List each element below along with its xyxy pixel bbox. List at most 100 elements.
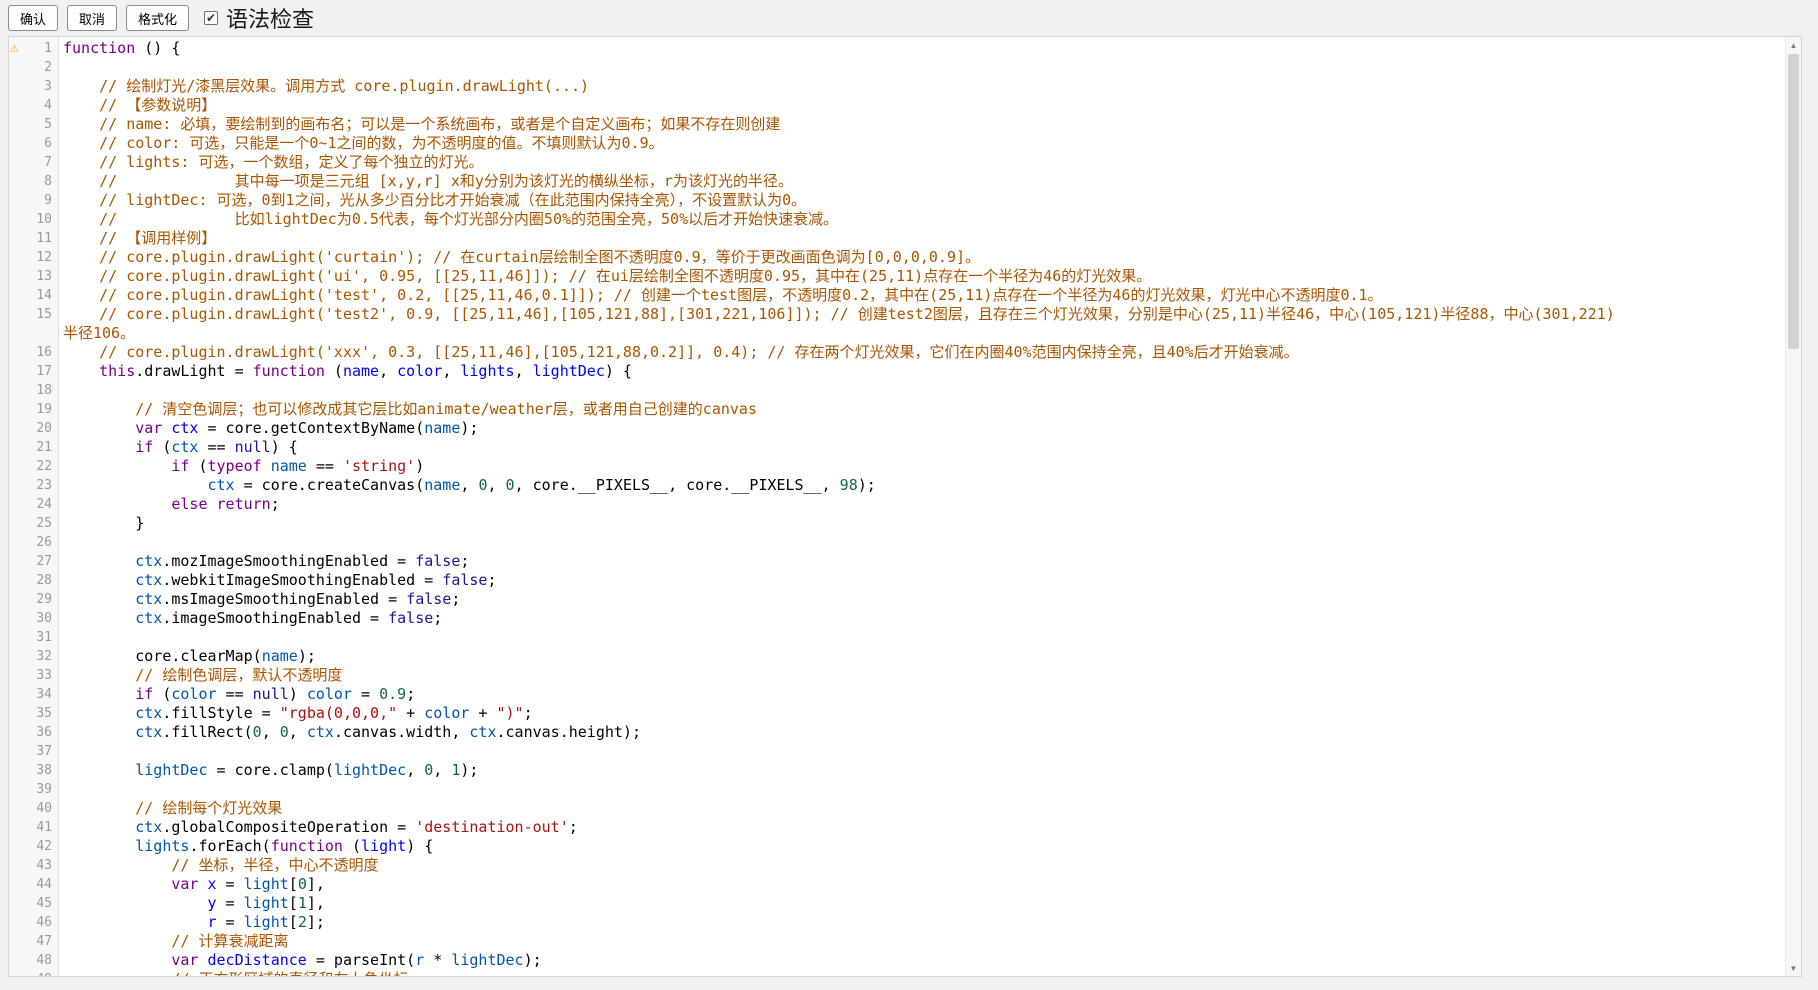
gutter-line: 2 [9,58,58,77]
code-line[interactable]: // lightDec: 可选，0到1之间，光从多少百分比才开始衰减（在此范围内… [63,191,1797,210]
gutter-line: 43 [9,856,58,875]
gutter-line: 47 [9,932,58,951]
gutter-line: 8 [9,172,58,191]
gutter-line: 30 [9,609,58,628]
code-line[interactable]: ctx.fillStyle = "rgba(0,0,0," + color + … [63,704,1797,723]
gutter-line: 41 [9,818,58,837]
confirm-button[interactable]: 确认 [8,5,58,31]
code-line[interactable]: ctx.msImageSmoothingEnabled = false; [63,590,1797,609]
code-line[interactable]: if (color == null) color = 0.9; [63,685,1797,704]
code-line[interactable]: // lights: 可选，一个数组，定义了每个独立的灯光。 [63,153,1797,172]
code-line[interactable]: // core.plugin.drawLight('test2', 0.9, [… [63,305,1797,324]
code-line[interactable]: var x = light[0], [63,875,1797,894]
scroll-up-icon[interactable]: ▲ [1786,37,1801,53]
code-line[interactable] [63,780,1797,799]
gutter-line: 34 [9,685,58,704]
gutter-line: 19 [9,400,58,419]
code-line[interactable]: // 绘制色调层，默认不透明度 [63,666,1797,685]
code-line[interactable]: else return; [63,495,1797,514]
code-editor[interactable]: ⚠123456789101112131415161718192021222324… [8,36,1802,977]
code-line[interactable]: ctx = core.createCanvas(name, 0, 0, core… [63,476,1797,495]
code-line[interactable] [63,533,1797,552]
code-line[interactable]: y = light[1], [63,894,1797,913]
gutter-line: 23 [9,476,58,495]
gutter-line: 7 [9,153,58,172]
code-line[interactable]: lightDec = core.clamp(lightDec, 0, 1); [63,761,1797,780]
gutter-line: 5 [9,115,58,134]
code-line[interactable]: // core.plugin.drawLight('test', 0.2, [[… [63,286,1797,305]
code-line[interactable]: ctx.webkitImageSmoothingEnabled = false; [63,571,1797,590]
code-lines[interactable]: function () { // 绘制灯光/漆黑层效果。调用方式 core.pl… [59,37,1801,976]
gutter-line: 15 [9,305,58,324]
gutter-line: 22 [9,457,58,476]
warning-icon: ⚠ [10,39,18,58]
code-line[interactable]: // 绘制每个灯光效果 [63,799,1797,818]
code-line[interactable]: if (ctx == null) { [63,438,1797,457]
code-line[interactable]: lights.forEach(function (light) { [63,837,1797,856]
gutter-line: 45 [9,894,58,913]
code-line[interactable] [63,381,1797,400]
code-line[interactable]: // 绘制灯光/漆黑层效果。调用方式 core.plugin.drawLight… [63,77,1797,96]
gutter-line: 24 [9,495,58,514]
code-line[interactable]: // 坐标，半径，中心不透明度 [63,856,1797,875]
gutter-line: 20 [9,419,58,438]
gutter-line: 16 [9,343,58,362]
code-line[interactable] [63,58,1797,77]
format-button[interactable]: 格式化 [126,5,189,31]
code-line[interactable]: ctx.globalCompositeOperation = 'destinat… [63,818,1797,837]
gutter-line: 49 [9,970,58,976]
code-line[interactable]: function () { [63,39,1797,58]
gutter-line: 38 [9,761,58,780]
code-line[interactable]: this.drawLight = function (name, color, … [63,362,1797,381]
code-line[interactable] [63,742,1797,761]
gutter-line: 12 [9,248,58,267]
gutter-line: 40 [9,799,58,818]
gutter-line: 26 [9,533,58,552]
code-line[interactable]: ctx.fillRect(0, 0, ctx.canvas.width, ctx… [63,723,1797,742]
gutter-line: 25 [9,514,58,533]
code-line[interactable]: // core.plugin.drawLight('xxx', 0.3, [[2… [63,343,1797,362]
code-line[interactable]: ctx.imageSmoothingEnabled = false; [63,609,1797,628]
gutter-line: 37 [9,742,58,761]
code-line[interactable]: // 【调用样例】 [63,229,1797,248]
code-line[interactable]: // name: 必填，要绘制到的画布名；可以是一个系统画布，或者是个自定义画布… [63,115,1797,134]
code-line[interactable] [63,628,1797,647]
syntax-check-label: 语法检查 [226,2,314,34]
gutter-line: 14 [9,286,58,305]
gutter-line [9,324,58,343]
vertical-scrollbar[interactable]: ▲ ▼ [1785,37,1801,976]
gutter-line: 21 [9,438,58,457]
code-line[interactable]: var decDistance = parseInt(r * lightDec)… [63,951,1797,970]
code-line[interactable]: // 【参数说明】 [63,96,1797,115]
gutter-line: 10 [9,210,58,229]
code-line[interactable]: // 计算衰减距离 [63,932,1797,951]
syntax-check-checkbox[interactable]: ✔ [204,11,218,25]
gutter-line: 44 [9,875,58,894]
code-line[interactable]: } [63,514,1797,533]
gutter-line: 3 [9,77,58,96]
gutter-line: 9 [9,191,58,210]
scroll-down-icon[interactable]: ▼ [1786,960,1801,976]
code-line[interactable]: 半径106。 [63,324,1797,343]
syntax-check-toggle[interactable]: ✔ 语法检查 [204,2,314,34]
gutter-line: 29 [9,590,58,609]
code-line[interactable]: // 其中每一项是三元组 [x,y,r] x和y分别为该灯光的横纵坐标，r为该灯… [63,172,1797,191]
code-line[interactable]: // 正方形区域的直径和左上角坐标 [63,970,1797,976]
code-line[interactable]: if (typeof name == 'string') [63,457,1797,476]
gutter-line: ⚠1 [9,39,58,58]
code-line[interactable]: // 清空色调层；也可以修改成其它层比如animate/weather层，或者用… [63,400,1797,419]
gutter-line: 33 [9,666,58,685]
code-line[interactable]: // 比如lightDec为0.5代表，每个灯光部分内圈50%的范围全亮，50%… [63,210,1797,229]
code-line[interactable]: // color: 可选，只能是一个0~1之间的数，为不透明度的值。不填则默认为… [63,134,1797,153]
code-line[interactable]: var ctx = core.getContextByName(name); [63,419,1797,438]
code-line[interactable]: core.clearMap(name); [63,647,1797,666]
code-line[interactable]: // core.plugin.drawLight('curtain'); // … [63,248,1797,267]
gutter-line: 48 [9,951,58,970]
gutter-line: 32 [9,647,58,666]
cancel-button[interactable]: 取消 [67,5,117,31]
scrollbar-thumb[interactable] [1788,54,1799,349]
code-line[interactable]: // core.plugin.drawLight('ui', 0.95, [[2… [63,267,1797,286]
code-line[interactable]: ctx.mozImageSmoothingEnabled = false; [63,552,1797,571]
code-line[interactable]: r = light[2]; [63,913,1797,932]
gutter-line: 27 [9,552,58,571]
